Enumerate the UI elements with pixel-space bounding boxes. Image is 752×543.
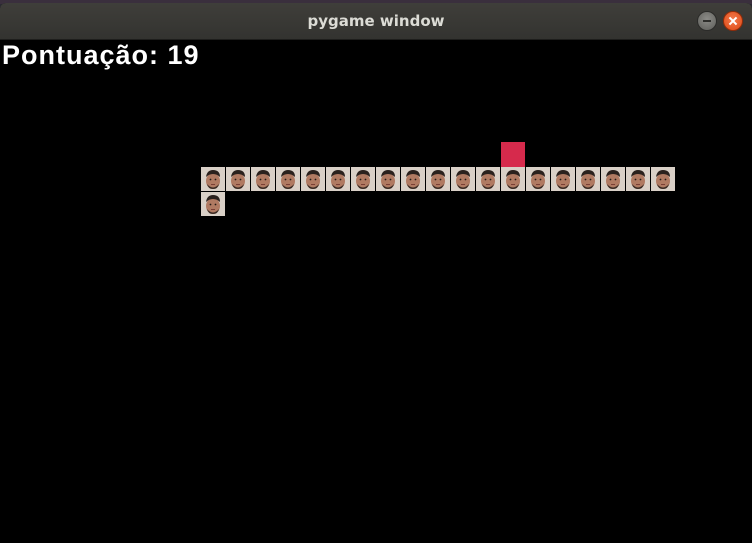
face-photo-icon [301,167,325,191]
score-label: Pontuação: [2,40,160,70]
face-photo-icon [376,167,400,191]
snake-segment [251,167,275,191]
snake-segment [276,167,300,191]
snake-segment [351,167,375,191]
face-photo-icon [576,167,600,191]
snake-segment [226,167,250,191]
face-photo-icon [251,167,275,191]
score-display: Pontuação: 19 [2,40,200,71]
snake-head [201,192,225,216]
snake-segment [376,167,400,191]
snake-segment [401,167,425,191]
snake-segment [651,167,675,191]
face-photo-icon [201,167,225,191]
snake-segment [301,167,325,191]
face-photo-icon [351,167,375,191]
snake-segment [601,167,625,191]
face-photo-icon [201,192,225,216]
snake-segment [426,167,450,191]
face-photo-icon [326,167,350,191]
face-photo-icon [651,167,675,191]
score-value: 19 [167,40,200,70]
face-photo-icon [226,167,250,191]
snake-segment [501,167,525,191]
face-photo-icon [401,167,425,191]
snake-segment [326,167,350,191]
face-photo-icon [526,167,550,191]
face-photo-icon [426,167,450,191]
face-photo-icon [501,167,525,191]
snake-segment [576,167,600,191]
snake-segment [451,167,475,191]
face-photo-icon [601,167,625,191]
close-button[interactable] [723,11,743,31]
game-canvas[interactable]: Pontuação: 19 [0,40,752,543]
snake-segment [551,167,575,191]
face-photo-icon [551,167,575,191]
game-window[interactable]: pygame window Pontuação: 19 [0,3,752,543]
minimize-button[interactable] [697,11,717,31]
snake-segment [626,167,650,191]
face-photo-icon [451,167,475,191]
snake-segment [201,167,225,191]
face-photo-icon [626,167,650,191]
snake-segment [526,167,550,191]
title-bar[interactable]: pygame window [0,3,752,40]
window-title: pygame window [307,12,445,30]
face-photo-icon [276,167,300,191]
face-photo-icon [476,167,500,191]
snake-segment [476,167,500,191]
food-item [501,142,525,167]
